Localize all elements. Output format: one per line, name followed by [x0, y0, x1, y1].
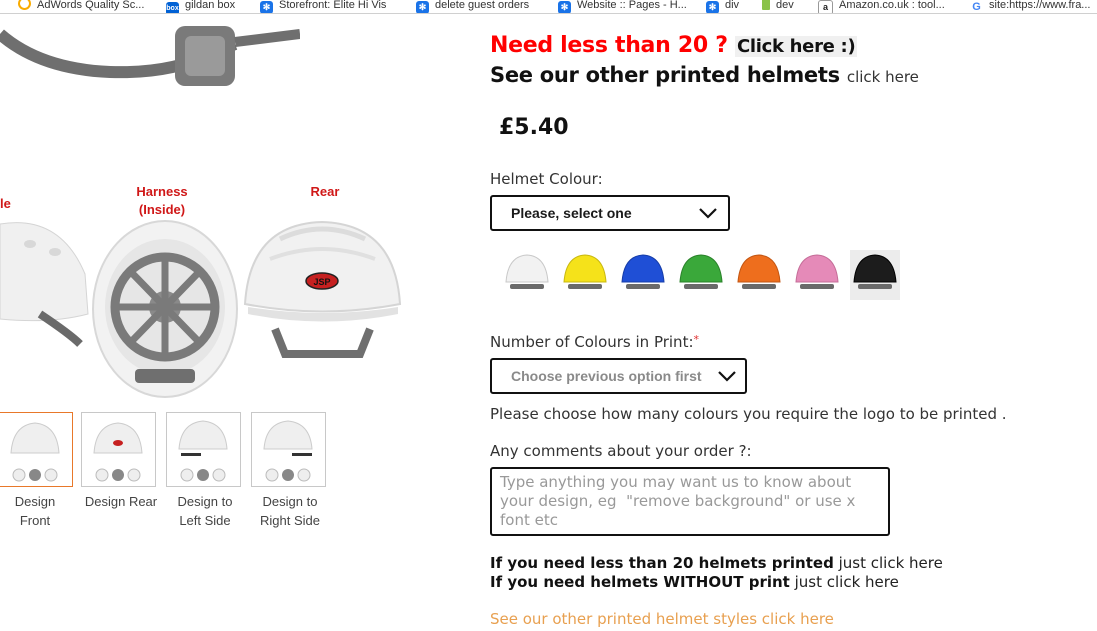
swatch-pink[interactable] [792, 250, 842, 300]
swatch-orange[interactable] [734, 250, 784, 300]
notes-without-print: If you need helmets WITHOUT print just c… [490, 573, 899, 591]
other-helmet-styles-link[interactable]: See our other printed helmet styles clic… [490, 610, 834, 628]
thumbnail-caption: Design Front [14, 494, 56, 528]
gear-icon: ✻ [558, 1, 571, 13]
helmet-pink-icon [795, 254, 839, 289]
helmet-black-icon [853, 254, 897, 289]
helmet-green-icon [679, 254, 723, 289]
bookmark-delete-guest-orders[interactable]: ✻ delete guest orders [416, 0, 529, 13]
helmet-white-icon [505, 254, 549, 289]
swatch-white[interactable] [502, 250, 552, 300]
bookmarks-bar: AdWords Quality Sc... box gildan box ✻ Sto… [0, 0, 1097, 14]
bookmark-adwords[interactable]: AdWords Quality Sc... [18, 0, 144, 13]
promo-click-here-link[interactable]: Click here :) [735, 36, 858, 57]
product-gallery: le Harness (Inside) Rear JSP Design Fron… [0, 14, 470, 631]
thumbnail-image [10, 422, 60, 482]
gear-icon: ✻ [416, 1, 429, 13]
helmet-side-image [0, 222, 89, 347]
other-helmets-link[interactable]: click here [847, 68, 919, 86]
thumbnail-caption: Design to Right Side [260, 494, 320, 528]
bookmark-dev[interactable]: dev [762, 0, 794, 13]
required-asterisk: * [693, 333, 700, 346]
thumbnail-caption: Design to Left Side [177, 494, 233, 528]
helmet-rear-image: JSP [243, 220, 402, 358]
jsp-logo: JSP [313, 277, 330, 287]
thumbnail-caption: Design Rear [84, 494, 158, 509]
bookmark-storefront[interactable]: ✻ Storefront: Elite Hi Vis [260, 0, 386, 13]
chevron-down-icon [718, 371, 736, 382]
helmet-strap-image [0, 26, 300, 86]
helmet-colour-select[interactable]: Please, select one [490, 195, 730, 231]
comments-textarea[interactable] [490, 467, 890, 536]
helmet-colour-label: Helmet Colour: [490, 170, 603, 188]
helmet-harness-image [92, 220, 238, 398]
box-icon: box [166, 2, 179, 13]
comments-label: Any comments about your order ?: [490, 442, 752, 460]
helmet-blue-icon [621, 254, 665, 289]
swatch-yellow[interactable] [560, 250, 610, 300]
thumbnail-design-front[interactable] [0, 412, 73, 487]
helmet-orange-icon [737, 254, 781, 289]
notes-less-than-20: If you need less than 20 helmets printed… [490, 554, 943, 572]
side-view-label: le [0, 196, 11, 211]
gear-icon: ✻ [706, 1, 719, 13]
promo-other-helmets: See our other printed helmets click here [490, 63, 919, 87]
harness-view-label: Harness (Inside) [136, 184, 188, 217]
swatch-black[interactable] [850, 250, 900, 300]
gear-icon: ✻ [260, 1, 273, 13]
thumbnail-image [93, 422, 143, 482]
thumbnail-design-right-side[interactable] [251, 412, 326, 487]
bookmark-icon [762, 0, 770, 10]
swatch-blue[interactable] [618, 250, 668, 300]
adwords-icon [18, 0, 31, 10]
thumbnail-image [263, 420, 313, 482]
product-price: £5.40 [499, 115, 569, 140]
rear-view-label: Rear [310, 184, 340, 199]
thumbnail-design-rear[interactable] [81, 412, 156, 487]
helmet-yellow-icon [563, 254, 607, 289]
google-icon: G [970, 1, 983, 13]
without-print-link[interactable]: just click here [790, 573, 899, 591]
print-colours-help: Please choose how many colours you requi… [490, 405, 1007, 423]
thumbnail-design-left-side[interactable] [166, 412, 241, 487]
chevron-down-icon [699, 208, 717, 219]
bookmark-div[interactable]: ✻ div [706, 0, 739, 13]
print-colours-select[interactable]: Choose previous option first [490, 358, 747, 394]
bookmark-amazon[interactable]: a Amazon.co.uk : tool... [818, 0, 945, 13]
bookmark-website-pages[interactable]: ✻ Website :: Pages - H... [558, 0, 687, 13]
promo-less-than-20: Need less than 20 ? Click here :) [490, 33, 858, 58]
bookmark-gildan-box[interactable]: box gildan box [166, 0, 235, 13]
amazon-icon: a [818, 0, 833, 13]
bookmark-google-site[interactable]: Gsite:https://www.fra... [970, 0, 1090, 13]
swatch-green[interactable] [676, 250, 726, 300]
print-colours-label: Number of Colours in Print:* [490, 333, 700, 351]
less-than-20-link[interactable]: just click here [834, 554, 943, 572]
thumbnail-image [178, 420, 228, 482]
